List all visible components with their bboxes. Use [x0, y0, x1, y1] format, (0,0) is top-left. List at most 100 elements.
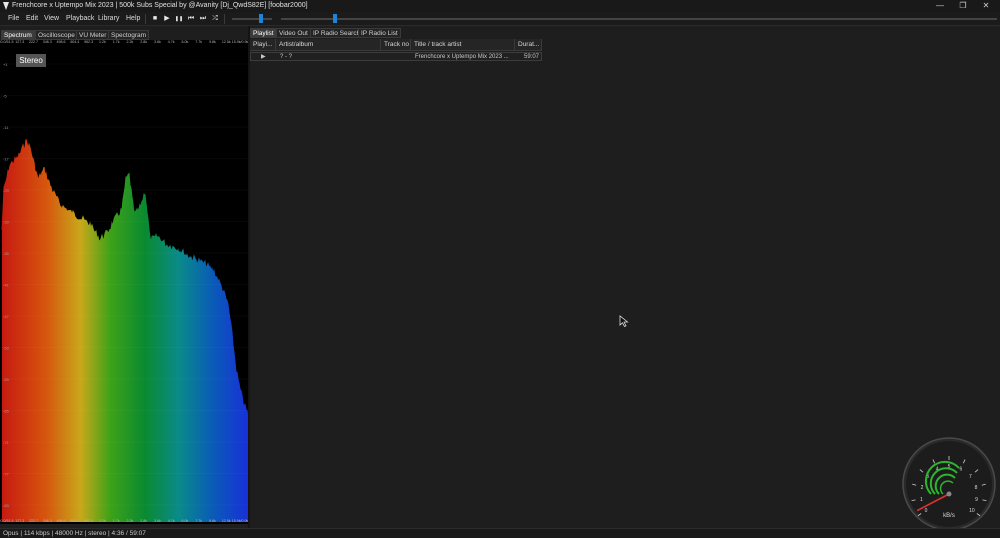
db-tick-label: -5 [3, 94, 7, 99]
db-tick-label: -35 [3, 251, 10, 256]
freq-tick-label: 9.8k [209, 519, 216, 523]
stop-button[interactable]: ■ [149, 13, 161, 25]
freq-tick-label: 346.3 [43, 40, 52, 44]
gauge-tick-label: 6 [959, 467, 962, 473]
column-title[interactable]: Title / track artist [411, 39, 515, 51]
freq-tick-label: 962.3 [84, 40, 93, 44]
toolbar-separator [224, 14, 225, 24]
freq-tick-label: 604.4 [70, 40, 79, 44]
freq-tick-label: 346.3 [43, 519, 52, 523]
freq-tick-label: 9.8k [209, 40, 216, 44]
maximize-button[interactable]: ❐ [953, 0, 973, 12]
db-tick-label: -59 [3, 377, 10, 382]
cell-duration: 59:07 [523, 54, 539, 60]
freq-tick-label: 12.5k [222, 40, 231, 44]
freq-tick-label: 4.7k [168, 519, 175, 523]
table-row[interactable]: ▶ ? - ? Frenchcore x Uptempo Mix 2023 ..… [250, 52, 542, 61]
pane-splitter[interactable] [248, 26, 250, 528]
volume-slider[interactable] [232, 18, 272, 20]
db-tick-label: -29 [3, 220, 10, 225]
tab-spectrum[interactable]: Spectrum [1, 30, 35, 40]
db-tick-label: -47 [3, 314, 10, 319]
random-button[interactable]: ⤮ [209, 13, 221, 25]
freq-tick-label: 15.9k/0.9k [232, 519, 248, 523]
tab-ip-radio-list[interactable]: IP Radio List [358, 28, 401, 38]
column-playing[interactable]: Playi... [250, 39, 276, 51]
previous-button[interactable]: ⏮ [185, 13, 197, 25]
freq-tick-label: 604.4 [70, 519, 79, 523]
title-bar: Frenchcore x Uptempo Mix 2023 | 500k Sub… [0, 0, 1000, 12]
freq-tick-label: 2.2k [126, 519, 133, 523]
freq-tick-label: 3.6k [154, 519, 161, 523]
column-duration[interactable]: Durat... [515, 39, 542, 51]
db-tick-label: -83 [3, 503, 10, 508]
freq-tick-label: 12.5k [222, 519, 231, 523]
close-button[interactable]: ✕ [976, 0, 996, 12]
freq-tick-label: 1.7k [113, 519, 120, 523]
freq-tick-label: 962.3 [84, 519, 93, 523]
freq-tick-label: 7.7k [195, 519, 202, 523]
db-tick-label: +1 [3, 62, 8, 67]
gauge-tick-label: 8 [975, 485, 978, 491]
tab-video-out[interactable]: Video Out [276, 28, 311, 38]
column-artist-album[interactable]: Artist/album [276, 39, 381, 51]
freq-tick-label: 1.7k [113, 40, 120, 44]
freq-tick-label: 127.3 [15, 519, 24, 523]
gauge-tick-label: 0 [925, 508, 928, 514]
seek-bar-thumb[interactable] [332, 14, 337, 23]
next-button[interactable]: ⏭ [197, 13, 209, 25]
freq-tick-label: 15.9k/0.9k [232, 40, 248, 44]
menu-view[interactable]: View [44, 15, 59, 22]
freq-tick-label: 222.7 [29, 519, 38, 523]
tab-playlist[interactable]: Playlist [250, 28, 277, 38]
stereo-label[interactable]: Stereo [16, 54, 46, 67]
play-button[interactable]: ▶ [161, 13, 173, 25]
freq-tick-label: 2.8k [140, 519, 147, 523]
minimize-button[interactable]: — [930, 0, 950, 12]
volume-slider-thumb[interactable] [258, 14, 263, 23]
gauge-tick-label: 2 [921, 485, 924, 491]
tab-ip-radio-search[interactable]: IP Radio Search [310, 28, 364, 38]
db-tick-label: -11 [3, 125, 9, 130]
freq-tick-label: 498.6 [57, 40, 66, 44]
db-tick-label: -77 [3, 472, 10, 477]
gauge-tick-label: 9 [975, 497, 978, 503]
pause-button[interactable]: ❚❚ [173, 13, 185, 25]
freq-tick-label: 1.2k [99, 40, 106, 44]
menu-help[interactable]: Help [126, 15, 140, 22]
tab-vu-meter[interactable]: VU Meter [76, 30, 110, 40]
spectrum-analyzer: +1 -5 -11 -17 -23 -29 -35 -41 -47 -53 -59 -65 -71 -77… [0, 40, 248, 524]
tab-spectogram[interactable]: Spectogram [108, 30, 150, 40]
now-playing-icon: ▶ [261, 54, 266, 60]
tab-oscilloscope[interactable]: Oscilloscope [35, 30, 78, 40]
freq-tick-label: 222.7 [29, 40, 38, 44]
toolbar-separator [145, 14, 146, 24]
mouse-cursor-icon [619, 315, 629, 327]
foobar-app-icon [3, 2, 9, 10]
db-tick-label: -53 [3, 346, 10, 351]
status-text: Opus | 114 kbps | 48000 Hz | stereo | 4:… [3, 530, 146, 537]
gauge-tick-label: 1 [920, 497, 923, 503]
freq-tick-label: 4.7k [168, 40, 175, 44]
column-track-no[interactable]: Track no [381, 39, 411, 51]
gauge-tick-label: 7 [969, 474, 972, 480]
freq-tick-label: 3.6k [154, 40, 161, 44]
db-tick-label: -71 [3, 440, 10, 445]
db-tick-label: -41 [3, 283, 10, 288]
freq-tick-label: 6.0k [182, 519, 189, 523]
menu-library[interactable]: Library [98, 15, 119, 22]
menu-playback[interactable]: Playback [66, 15, 94, 22]
cell-track-no [382, 53, 412, 61]
window-title: Frenchcore x Uptempo Mix 2023 | 500k Sub… [12, 2, 308, 9]
bitrate-gauge: 01234 5 678910 kB/s [902, 437, 996, 531]
seek-bar[interactable] [281, 18, 997, 20]
freq-tick-label: 127.3 [15, 40, 24, 44]
gauge-unit: kB/s [943, 513, 955, 519]
db-tick-label: -17 [3, 157, 10, 162]
menu-edit[interactable]: Edit [26, 15, 38, 22]
menu-file[interactable]: File [8, 15, 19, 22]
freq-tick-label: 20.0/51.5 [0, 519, 14, 523]
cell-artist-album: ? - ? [280, 54, 293, 60]
freq-tick-label: 6.0k [182, 40, 189, 44]
freq-tick-label: 7.7k [195, 40, 202, 44]
